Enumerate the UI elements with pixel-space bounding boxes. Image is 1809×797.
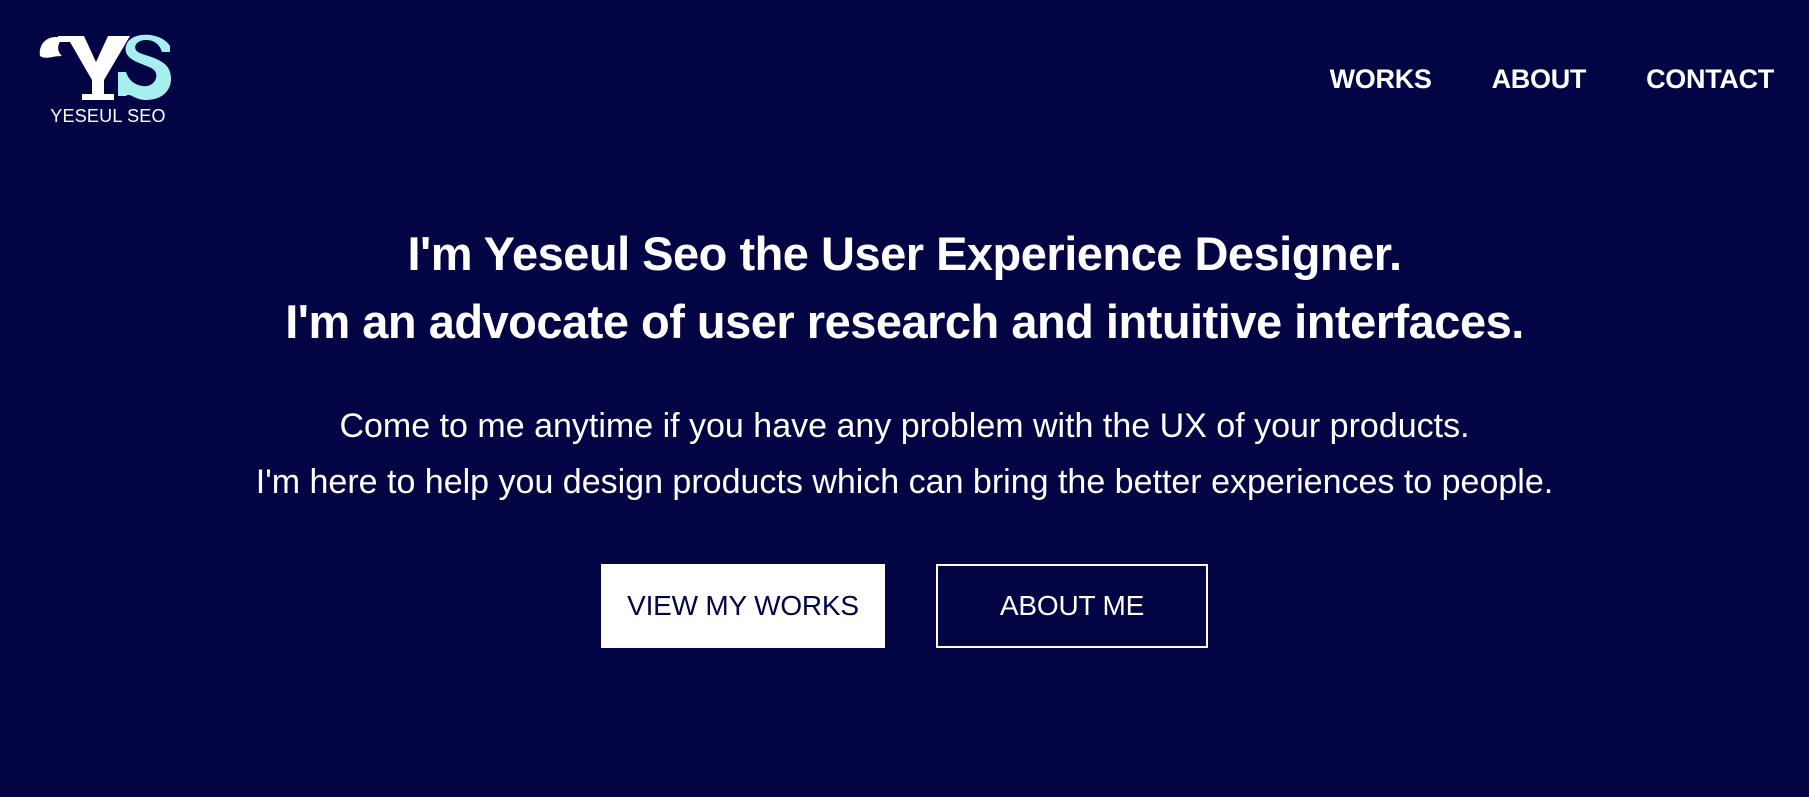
top-navigation: WORKS ABOUT CONTACT bbox=[1330, 66, 1775, 93]
hero-subtext-line-1: Come to me anytime if you have any probl… bbox=[339, 407, 1470, 445]
ys-logo-icon bbox=[39, 34, 171, 100]
hero-section: I'm Yeseul Seo the User Experience Desig… bbox=[0, 220, 1809, 510]
hero-headline: I'm Yeseul Seo the User Experience Desig… bbox=[0, 220, 1809, 356]
hero-subtext-line-2: I'm here to help you design products whi… bbox=[255, 463, 1554, 501]
hero-headline-line-1: I'm Yeseul Seo the User Experience Desig… bbox=[407, 227, 1402, 280]
nav-link-about[interactable]: ABOUT bbox=[1492, 66, 1587, 93]
nav-link-works[interactable]: WORKS bbox=[1330, 66, 1432, 93]
logo-link[interactable]: YESEUL SEO bbox=[38, 26, 178, 132]
hero-subtext: Come to me anytime if you have any probl… bbox=[0, 398, 1809, 510]
cta-button-group: VIEW MY WORKS ABOUT ME bbox=[601, 564, 1208, 648]
view-my-works-button[interactable]: VIEW MY WORKS bbox=[601, 564, 885, 648]
nav-link-contact[interactable]: CONTACT bbox=[1646, 66, 1774, 93]
hero-headline-line-2: I'm an advocate of user research and int… bbox=[285, 295, 1524, 348]
brand-name: YESEUL SEO bbox=[50, 106, 166, 126]
about-me-button[interactable]: ABOUT ME bbox=[936, 564, 1208, 648]
